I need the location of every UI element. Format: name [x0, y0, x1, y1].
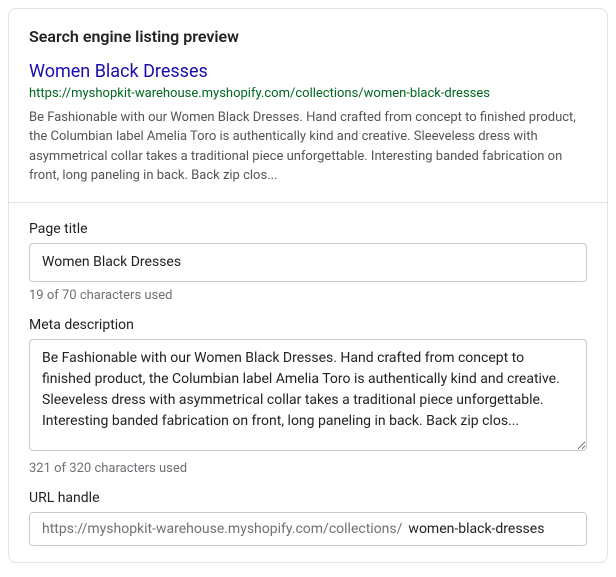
preview-title: Women Black Dresses — [29, 60, 587, 83]
url-handle-row: https://myshopkit-warehouse.myshopify.co… — [29, 512, 587, 546]
meta-description-label: Meta description — [29, 317, 587, 333]
page-title-field: Page title 19 of 70 characters used — [29, 221, 587, 303]
page-title-label: Page title — [29, 221, 587, 237]
page-title-input[interactable] — [29, 243, 587, 282]
url-handle-prefix: https://myshopkit-warehouse.myshopify.co… — [30, 513, 408, 545]
meta-description-input[interactable] — [29, 339, 587, 451]
section-title: Search engine listing preview — [29, 27, 587, 46]
preview-url: https://myshopkit-warehouse.myshopify.co… — [29, 85, 587, 103]
meta-description-helper: 321 of 320 characters used — [29, 461, 587, 476]
preview-description: Be Fashionable with our Women Black Dres… — [29, 108, 587, 186]
form-section: Page title 19 of 70 characters used Meta… — [9, 202, 607, 562]
url-handle-input[interactable] — [408, 513, 587, 545]
url-handle-label: URL handle — [29, 490, 587, 506]
seo-card: Search engine listing preview Women Blac… — [8, 8, 608, 563]
meta-description-field: Meta description 321 of 320 characters u… — [29, 317, 587, 476]
page-title-helper: 19 of 70 characters used — [29, 288, 587, 303]
url-handle-field: URL handle https://myshopkit-warehouse.m… — [29, 490, 587, 546]
preview-section: Search engine listing preview Women Blac… — [9, 9, 607, 202]
